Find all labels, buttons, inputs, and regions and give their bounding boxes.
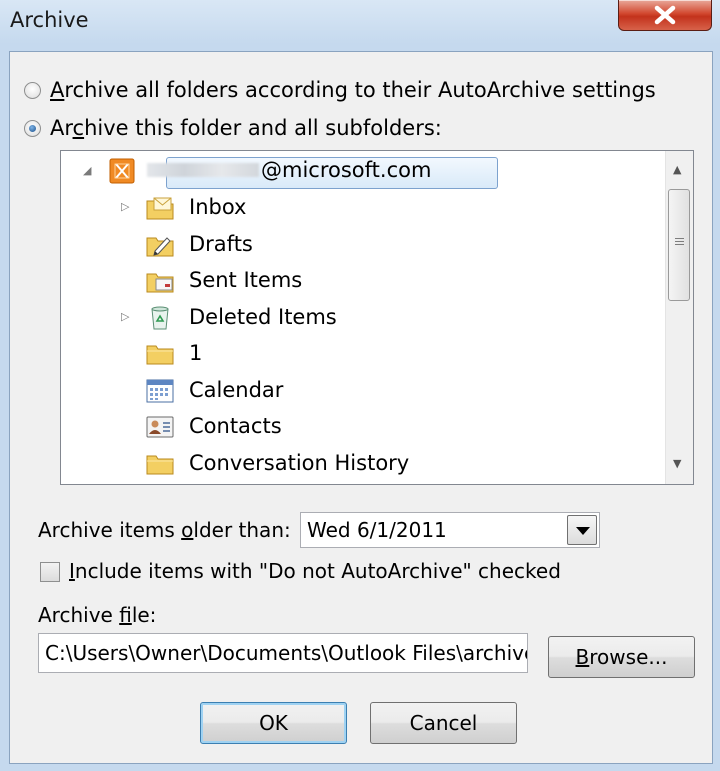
contacts-card-icon [145, 413, 175, 441]
folder-icon [145, 340, 175, 368]
tree-item-drafts[interactable]: Drafts [61, 228, 661, 262]
tree-item-inbox[interactable]: ▷ Inbox [61, 191, 661, 225]
older-than-label: Archive items older than: [38, 518, 291, 542]
cancel-button[interactable]: Cancel [370, 702, 517, 744]
older-than-value: Wed 6/1/2011 [307, 518, 447, 542]
expand-arrow-icon[interactable]: ▷ [121, 200, 129, 213]
drafts-folder-icon [145, 231, 175, 259]
tree-item-contacts[interactable]: Contacts [61, 410, 661, 444]
archive-this-radio[interactable] [24, 119, 41, 137]
exchange-mailbox-icon [107, 157, 137, 185]
tree-item-label: Deleted Items [189, 304, 337, 329]
tree-item-label: Conversation History [189, 450, 410, 475]
close-button[interactable] [618, 0, 712, 31]
archive-all-option[interactable]: Archive all folders according to their A… [24, 77, 656, 103]
archive-dialog: Archive Archive all folders according to… [0, 0, 720, 771]
include-items-checkbox[interactable] [40, 562, 60, 582]
archive-all-label: Archive all folders according to their A… [50, 78, 656, 102]
archive-all-radio[interactable] [24, 81, 41, 99]
older-than-date-picker[interactable]: Wed 6/1/2011 [300, 512, 600, 548]
tree-item-label: 1 [189, 341, 203, 365]
recycle-bin-icon [145, 304, 175, 332]
archive-this-label: Archive this folder and all subfolders: [50, 116, 442, 140]
archive-file-value: C:\Users\Owner\Documents\Outlook Files\a… [45, 641, 528, 665]
tree-row-account[interactable]: ◢ @microsoft.com [61, 154, 501, 189]
tree-item-calendar[interactable]: Calendar [61, 374, 661, 408]
tree-item-sent-items[interactable]: Sent Items [61, 264, 661, 298]
collapse-arrow-icon[interactable]: ◢ [83, 164, 91, 177]
archive-file-label: Archive file: [38, 603, 157, 627]
tree-item-conversation-history[interactable]: Conversation History [61, 447, 661, 481]
folder-icon [145, 450, 175, 478]
close-icon [654, 5, 676, 25]
archive-this-option[interactable]: Archive this folder and all subfolders: [24, 115, 442, 141]
tree-item-label: Drafts [189, 231, 253, 256]
tree-scrollbar[interactable]: ▲ ▼ [665, 151, 693, 484]
scroll-down-arrow-icon[interactable]: ▼ [673, 457, 681, 470]
archive-file-input[interactable]: C:\Users\Owner\Documents\Outlook Files\a… [38, 633, 528, 673]
ok-button[interactable]: OK [200, 702, 347, 744]
calendar-icon [145, 377, 175, 405]
tree-item-deleted-items[interactable]: ▷ Deleted Items [61, 301, 661, 335]
dropdown-arrow-button[interactable] [567, 515, 597, 545]
tree-item-label: Sent Items [189, 268, 303, 292]
tree-item-label: Contacts [189, 414, 282, 438]
tree-item-label: Calendar [189, 377, 284, 402]
tree-item-label: Inbox [189, 195, 247, 219]
grip-icon [675, 238, 684, 247]
include-items-label: Include items with "Do not AutoArchive" … [69, 559, 561, 583]
browse-button[interactable]: Browse... [548, 636, 695, 678]
account-domain: @microsoft.com [261, 158, 432, 182]
tree-item-1[interactable]: 1 [61, 337, 661, 371]
expand-arrow-icon[interactable]: ▷ [121, 310, 129, 323]
folder-tree[interactable]: ◢ @microsoft.com ▷ Inbox Drafts Sent Items ▷… [60, 150, 694, 485]
dialog-title: Archive [10, 8, 89, 32]
sent-items-folder-icon [145, 267, 175, 295]
inbox-folder-icon [145, 194, 175, 222]
scroll-up-arrow-icon[interactable]: ▲ [673, 163, 681, 176]
scrollbar-thumb[interactable] [668, 189, 690, 301]
redacted-username [147, 163, 259, 177]
